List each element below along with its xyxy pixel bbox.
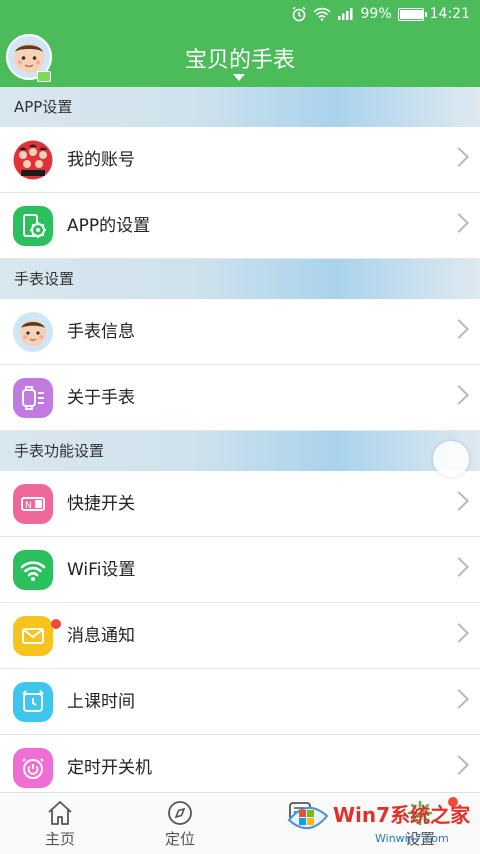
clock-time: 14:21 bbox=[429, 6, 470, 22]
watch-icon bbox=[13, 378, 53, 418]
row-app-settings[interactable]: APP的设置 bbox=[0, 193, 480, 259]
dropdown-caret-icon[interactable] bbox=[233, 74, 245, 81]
row-label: 手表信息 bbox=[67, 322, 135, 342]
battery-percent: 99% bbox=[360, 6, 392, 22]
watermark-logo: Win7系统之家 Winwin7.com bbox=[287, 803, 471, 845]
row-message-notification[interactable]: 消息通知 bbox=[0, 603, 480, 669]
account-avatar-icon bbox=[13, 140, 53, 180]
tab-home[interactable]: 主页 bbox=[0, 793, 120, 854]
chevron-right-icon bbox=[449, 213, 469, 233]
app-settings-icon bbox=[13, 206, 53, 246]
baby-face-icon bbox=[13, 312, 53, 352]
watermark-brand: Win7系统之家 bbox=[333, 803, 471, 827]
chevron-right-icon bbox=[449, 689, 469, 709]
section-header-watch-functions: 手表功能设置 bbox=[0, 431, 480, 471]
svg-text:N: N bbox=[25, 501, 32, 511]
row-watch-info[interactable]: 手表信息 bbox=[0, 299, 480, 365]
watermark-site: Winwin7.com bbox=[375, 832, 449, 845]
row-my-account[interactable]: 我的账号 bbox=[0, 127, 480, 193]
row-class-time[interactable]: 上课时间 bbox=[0, 669, 480, 735]
envelope-icon bbox=[13, 616, 53, 656]
tab-location[interactable]: 定位 bbox=[120, 793, 240, 854]
chevron-right-icon bbox=[449, 755, 469, 775]
compass-icon bbox=[168, 801, 192, 825]
power-timer-icon bbox=[13, 748, 53, 788]
tab-label: 主页 bbox=[44, 830, 75, 848]
cell-signal-icon bbox=[337, 7, 355, 21]
alarm-icon bbox=[291, 6, 307, 22]
chevron-right-icon bbox=[449, 385, 469, 405]
row-wifi-settings[interactable]: WiFi设置 bbox=[0, 537, 480, 603]
row-label: 关于手表 bbox=[67, 388, 135, 408]
row-quick-switch[interactable]: N 快捷开关 bbox=[0, 471, 480, 537]
wifi-icon bbox=[13, 550, 53, 590]
wifi-signal-icon bbox=[312, 7, 331, 21]
row-about-watch[interactable]: 关于手表 bbox=[0, 365, 480, 431]
tab-label: 定位 bbox=[164, 830, 195, 848]
row-label: 消息通知 bbox=[67, 626, 135, 646]
row-label: APP的设置 bbox=[67, 216, 151, 236]
chevron-right-icon bbox=[449, 319, 469, 339]
chevron-right-icon bbox=[449, 491, 469, 511]
switch-icon: N bbox=[13, 484, 53, 524]
status-bar: 99% 14:21 bbox=[291, 0, 480, 28]
chevron-right-icon bbox=[449, 557, 469, 577]
section-header-app-settings: APP设置 bbox=[0, 87, 480, 127]
row-label: 快捷开关 bbox=[67, 494, 135, 514]
unread-badge bbox=[51, 619, 61, 629]
floating-assistive-button[interactable] bbox=[433, 441, 469, 477]
row-label: 我的账号 bbox=[67, 150, 135, 170]
page-title[interactable]: 宝贝的手表 bbox=[0, 42, 480, 74]
home-icon bbox=[48, 801, 72, 825]
row-label: 上课时间 bbox=[67, 692, 135, 712]
row-label: WiFi设置 bbox=[67, 560, 136, 580]
battery-icon bbox=[397, 7, 427, 21]
section-header-watch-settings: 手表设置 bbox=[0, 259, 480, 299]
clock-icon bbox=[13, 682, 53, 722]
chevron-right-icon bbox=[449, 623, 469, 643]
chevron-right-icon bbox=[449, 147, 469, 167]
app-header: 99% 14:21 宝贝的手表 bbox=[0, 0, 480, 87]
